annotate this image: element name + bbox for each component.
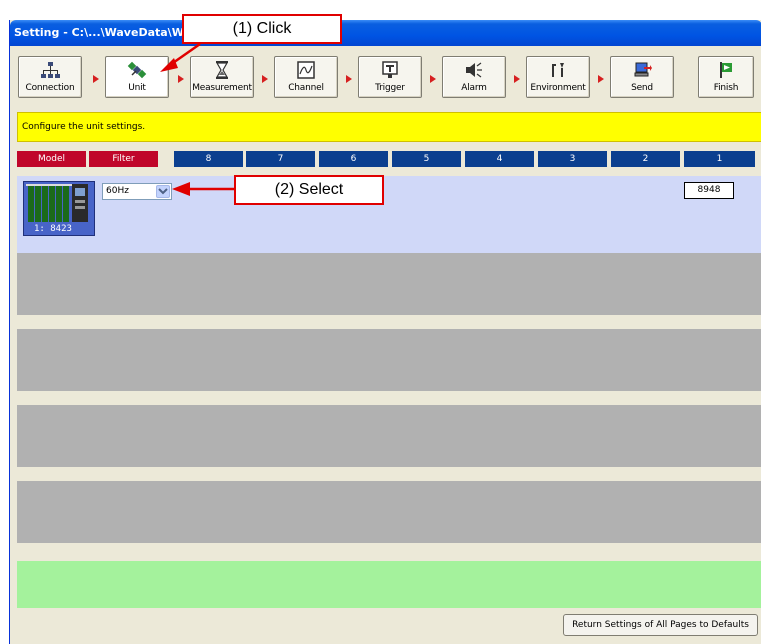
tab-ch-7[interactable]: 7: [246, 151, 315, 167]
channel-label: Channel: [288, 83, 324, 93]
tab-ch-3[interactable]: 3: [538, 151, 607, 167]
tab-ch-4[interactable]: 4: [465, 151, 534, 167]
unit-thumb-label: 1: 8423: [34, 224, 72, 234]
chevron-down-icon[interactable]: [156, 185, 170, 198]
step-arrow: [346, 75, 352, 83]
unit-row-1: 1: 8423 60Hz 8948: [17, 176, 761, 259]
step-arrow: [93, 75, 99, 83]
measurement-button[interactable]: Measurement: [190, 56, 254, 98]
tools-icon: [552, 63, 564, 77]
column-header-tabs: Model Filter 8 7 6 5 4 3 2 1: [17, 151, 761, 167]
send-label: Send: [631, 83, 653, 93]
empty-unit-row-2: [17, 253, 761, 315]
filter-select-value: 60Hz: [106, 186, 129, 196]
model-number-field[interactable]: 8948: [684, 182, 734, 199]
waveform-icon: [297, 61, 315, 79]
tab-ch-8[interactable]: 8: [174, 151, 243, 167]
finish-flag-icon: [720, 62, 732, 78]
module-rack-icon: [26, 184, 88, 222]
send-button[interactable]: Send: [610, 56, 674, 98]
tab-filter[interactable]: Filter: [89, 151, 158, 167]
tab-ch-1[interactable]: 1: [684, 151, 755, 167]
computer-send-icon: [634, 62, 652, 77]
hourglass-icon: [215, 61, 229, 79]
unit-module-thumbnail[interactable]: 1: 8423: [23, 181, 95, 236]
step-arrow: [430, 75, 436, 83]
channel-button[interactable]: Channel: [274, 56, 338, 98]
network-icon: [41, 62, 60, 78]
status-bar: [17, 561, 761, 608]
trigger-label: Trigger: [375, 83, 405, 93]
step-arrow: [598, 75, 604, 83]
wizard-toolbar: Connection Unit Measurement Channel Trig…: [10, 48, 761, 100]
step-arrow: [178, 75, 184, 83]
settings-window: Setting - C:\...\WaveData\WAV Connection: [9, 20, 761, 644]
empty-unit-row-4: [17, 405, 761, 467]
window-title: Setting - C:\...\WaveData\WAV: [10, 20, 761, 46]
trigger-button[interactable]: Trigger: [358, 56, 422, 98]
satellite-icon: [127, 61, 147, 79]
finish-label: Finish: [713, 83, 739, 93]
speaker-icon: [466, 62, 482, 78]
tab-ch-6[interactable]: 6: [319, 151, 388, 167]
environment-button[interactable]: Environment: [526, 56, 590, 98]
connection-label: Connection: [25, 83, 75, 93]
connection-button[interactable]: Connection: [18, 56, 82, 98]
select-callout: (2) Select: [234, 175, 384, 205]
empty-unit-row-3: [17, 329, 761, 391]
filter-select[interactable]: 60Hz: [102, 183, 172, 200]
tab-model[interactable]: Model: [17, 151, 86, 167]
finish-button[interactable]: Finish: [698, 56, 754, 98]
tab-ch-5[interactable]: 5: [392, 151, 461, 167]
trigger-icon: [382, 61, 398, 78]
return-defaults-button[interactable]: Return Settings of All Pages to Defaults: [563, 614, 758, 636]
environment-label: Environment: [530, 83, 586, 93]
info-message: Configure the unit settings.: [17, 112, 761, 142]
empty-unit-row-5: [17, 481, 761, 543]
step-arrow: [262, 75, 268, 83]
measurement-label: Measurement: [192, 83, 252, 93]
unit-label: Unit: [128, 83, 146, 93]
unit-button[interactable]: Unit: [105, 56, 169, 98]
alarm-label: Alarm: [461, 83, 487, 93]
tab-ch-2[interactable]: 2: [611, 151, 680, 167]
click-callout: (1) Click: [182, 14, 342, 44]
alarm-button[interactable]: Alarm: [442, 56, 506, 98]
step-arrow: [514, 75, 520, 83]
